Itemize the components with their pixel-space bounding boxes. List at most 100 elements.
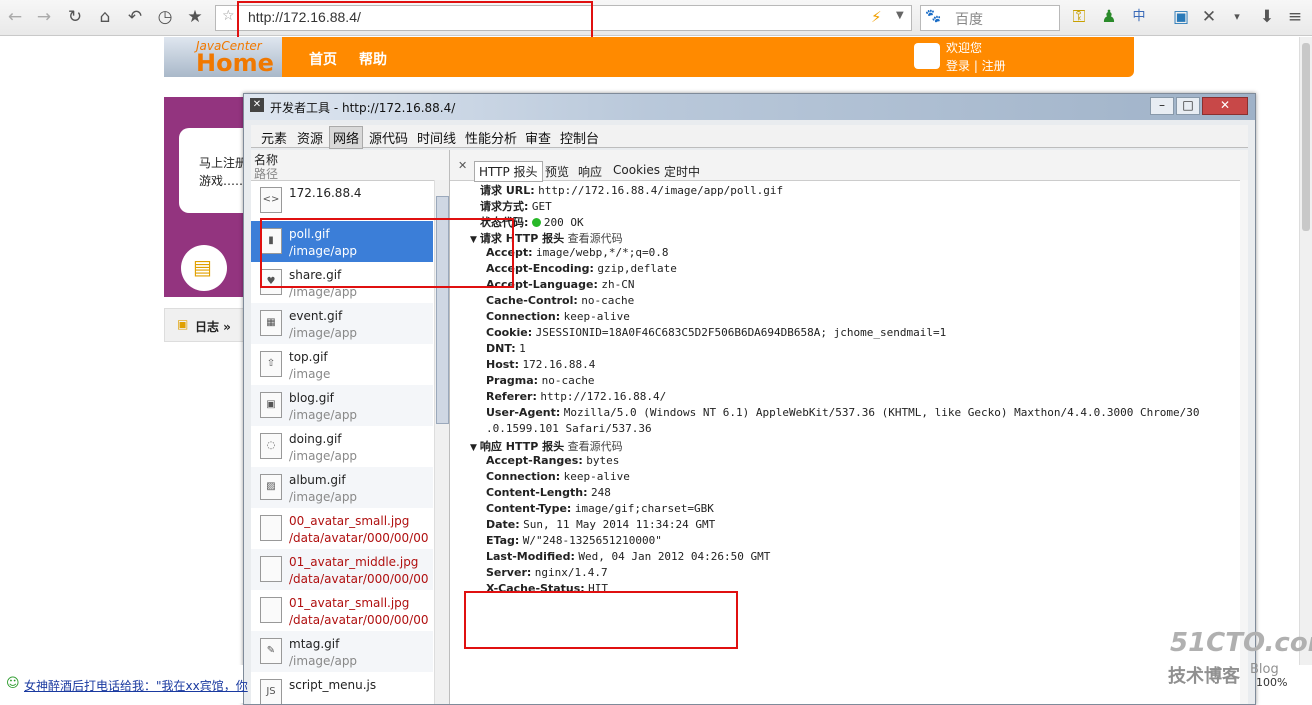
request-row[interactable]: 01_avatar_small.jpg/data/avatar/000/00/0… — [251, 590, 433, 631]
forward-icon[interactable]: → — [33, 6, 55, 28]
diary-section[interactable]: ▣ 日志 » — [164, 308, 250, 342]
request-name: 01_avatar_middle.jpg — [289, 555, 419, 569]
request-header-line: DNT: 1 — [486, 342, 526, 355]
toggle-triangle-icon: ▼ — [470, 443, 477, 453]
download-icon[interactable]: ⬇ — [1256, 6, 1278, 28]
response-header-line: Date: Sun, 11 May 2014 11:34:24 GMT — [486, 518, 715, 531]
back-icon[interactable]: ← — [4, 6, 26, 28]
header-value: W/"248-1325651210000" — [522, 534, 662, 547]
tab-sources[interactable]: 源代码 — [369, 128, 408, 147]
detail-scrollbar[interactable] — [1240, 180, 1248, 704]
close-detail-icon[interactable]: ✕ — [458, 159, 467, 172]
view-source-link[interactable]: 查看源代码 — [568, 440, 623, 453]
tab-timing[interactable]: 定时中 — [664, 163, 700, 180]
translate-icon[interactable]: 中 — [1128, 6, 1150, 28]
request-header-line: User-Agent: Mozilla/5.0 (Windows NT 6.1)… — [486, 406, 1200, 419]
request-row[interactable]: 01_avatar_middle.jpg/data/avatar/000/00/… — [251, 549, 433, 590]
request-name: album.gif — [289, 473, 346, 487]
tools-icon[interactable]: ✕ — [1198, 6, 1220, 28]
request-row[interactable]: ▣ blog.gif/image/app — [251, 385, 433, 426]
request-row[interactable]: ✎ mtag.gif/image/app — [251, 631, 433, 672]
tab-response[interactable]: 响应 — [578, 163, 602, 180]
dropdown-icon[interactable]: ▼ — [896, 10, 904, 21]
main-menu-icon[interactable]: ≡ — [1284, 6, 1306, 28]
response-header-line: Server: nginx/1.4.7 — [486, 566, 608, 579]
header-key: Accept-Ranges: — [486, 454, 583, 467]
history-icon[interactable]: ◷ — [154, 6, 176, 28]
capture-icon[interactable]: ▣ — [1170, 6, 1192, 28]
request-name: script_menu.js — [289, 678, 377, 692]
key-icon[interactable]: ⚿ — [1068, 6, 1090, 28]
refresh-icon[interactable]: ↻ — [64, 6, 86, 28]
request-header-line: Cache-Control: no-cache — [486, 294, 634, 307]
tab-timeline[interactable]: 时间线 — [417, 128, 456, 147]
request-row[interactable]: ▦ event.gif/image/app — [251, 303, 433, 344]
request-row[interactable]: ⇧ top.gif/image — [251, 344, 433, 385]
devtools-titlebar: ✕ 开发者工具 - http://172.16.88.4/ – □ ✕ — [244, 94, 1255, 120]
request-row[interactable]: ▨ album.gif/image/app — [251, 467, 433, 508]
html-icon: <> — [260, 187, 282, 213]
news-link[interactable]: 女神醉酒后打电话给我："我在xx宾馆，你 — [24, 677, 248, 694]
detail-tabs: ✕ HTTP 报头 预览 响应 Cookies 定时中 — [450, 150, 1248, 182]
nav-home-link[interactable]: 首页 — [309, 49, 337, 69]
undo-icon[interactable]: ↶ — [124, 6, 146, 28]
header-value: GET — [531, 200, 552, 213]
close-button[interactable]: ✕ — [1202, 97, 1248, 115]
lightning-icon[interactable]: ⚡ — [871, 8, 882, 26]
site-header: JavaCenter Home 首页 帮助 欢迎您 登录 | 注册 — [164, 37, 1134, 77]
header-key: DNT: — [486, 342, 516, 355]
search-box[interactable]: 🐾 百度 — [920, 5, 1060, 31]
request-name: 172.16.88.4 — [289, 186, 362, 200]
request-path: /image/app — [289, 326, 358, 340]
tab-profiles[interactable]: 性能分析 — [465, 128, 517, 147]
header-key: Content-Type: — [486, 502, 572, 515]
view-source-link[interactable]: 查看源代码 — [568, 232, 623, 245]
header-value: Mozilla/5.0 (Windows NT 6.1) AppleWebKit… — [563, 406, 1200, 419]
request-path: /image — [289, 367, 331, 381]
diary-icon: ▣ — [177, 317, 189, 331]
menu-dropdown-icon[interactable]: ▾ — [1226, 6, 1248, 28]
diary-label: 日志 » — [195, 320, 231, 334]
home-icon[interactable]: ⌂ — [94, 6, 116, 28]
tab-cookies[interactable]: Cookies — [613, 163, 660, 177]
site-logo[interactable]: JavaCenter Home — [164, 37, 282, 77]
image-icon — [260, 597, 282, 623]
tab-http-headers[interactable]: HTTP 报头 — [474, 161, 543, 182]
user-icon[interactable]: ♟ — [1098, 6, 1120, 28]
page-scroll-thumb[interactable] — [1302, 43, 1310, 231]
tab-console[interactable]: 控制台 — [560, 128, 599, 147]
tab-audits[interactable]: 审查 — [525, 128, 551, 147]
request-row[interactable]: <> 172.16.88.4 — [251, 180, 433, 221]
header-key: 请求 URL: — [480, 184, 535, 197]
tab-elements[interactable]: 元素 — [261, 128, 287, 147]
request-header-line: Connection: keep-alive — [486, 310, 630, 323]
request-row[interactable]: ◌ doing.gif/image/app — [251, 426, 433, 467]
zoom-level[interactable]: 100% — [1256, 676, 1287, 689]
welcome-text: 欢迎您 — [946, 41, 983, 55]
maximize-button[interactable]: □ — [1176, 97, 1200, 115]
avatar[interactable] — [914, 43, 940, 69]
watermark-line-2: 技术博客 — [1168, 666, 1240, 687]
image-icon — [260, 556, 282, 582]
request-row[interactable]: JS script_menu.js — [251, 672, 433, 704]
tab-preview[interactable]: 预览 — [545, 163, 569, 180]
header-key: 请求方式: — [480, 200, 529, 213]
request-row[interactable]: 00_avatar_small.jpg/data/avatar/000/00/0… — [251, 508, 433, 549]
bookmark-star-icon[interactable]: ☆ — [222, 8, 235, 24]
annotation-box-request — [260, 218, 514, 288]
tab-network[interactable]: 网络 — [329, 126, 364, 149]
request-header-line: Referer: http://172.16.88.4/ — [486, 390, 666, 403]
header-value: 1 — [519, 342, 526, 355]
page-scrollbar[interactable] — [1299, 37, 1312, 665]
nav-help-link[interactable]: 帮助 — [359, 49, 387, 69]
message-button[interactable]: ▤ — [181, 245, 227, 291]
favorites-icon[interactable]: ★ — [184, 6, 206, 28]
header-value: .0.1599.101 Safari/537.36 — [486, 422, 652, 435]
tab-resources[interactable]: 资源 — [297, 128, 323, 147]
header-key: User-Agent: — [486, 406, 561, 419]
minimize-button[interactable]: – — [1150, 97, 1174, 115]
login-register-links[interactable]: 登录 | 注册 — [946, 57, 1006, 74]
header-value: 248 — [591, 486, 611, 499]
header-value: keep-alive — [563, 470, 630, 483]
request-list-header: 名称 路径 — [251, 150, 449, 181]
